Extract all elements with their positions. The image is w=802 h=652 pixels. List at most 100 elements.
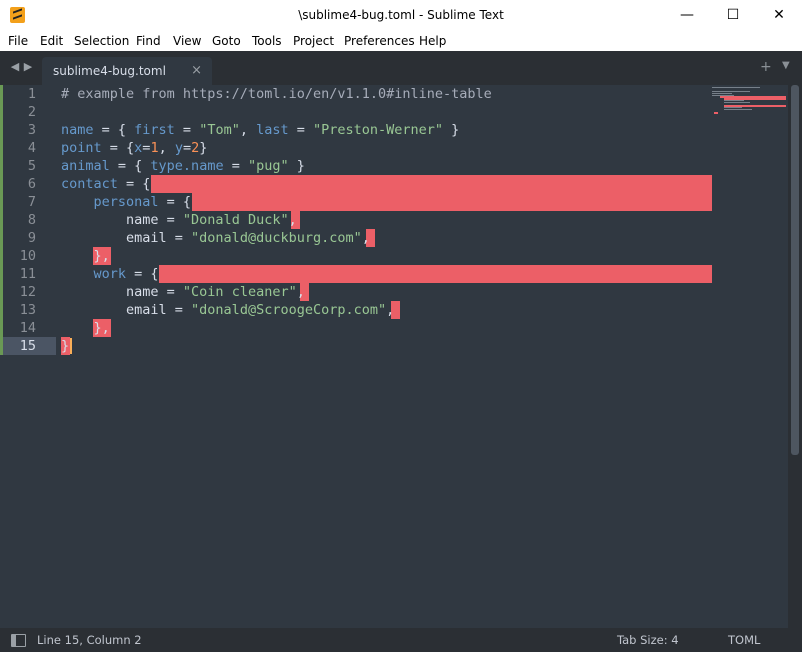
code-token: } bbox=[288, 158, 305, 174]
code-token: , bbox=[288, 212, 297, 228]
code-token: }, bbox=[61, 248, 110, 264]
editor-area[interactable]: 1 2 3 4 5 6 7 8 9 10 11 12 13 14 15 # example from htt… bbox=[0, 85, 802, 628]
menu-view[interactable]: View bbox=[173, 31, 201, 51]
scrollbar-thumb[interactable] bbox=[791, 85, 799, 455]
code-token: , bbox=[158, 140, 175, 156]
code-token: = { bbox=[158, 194, 192, 210]
status-bar: Line 15, Column 2 Tab Size: 4 TOML bbox=[0, 628, 802, 652]
code-token: , bbox=[361, 230, 370, 246]
code-token: animal bbox=[61, 158, 110, 174]
line-number: 11 bbox=[19, 266, 36, 282]
code-token: email = bbox=[61, 230, 192, 246]
code-line[interactable]: }, bbox=[61, 319, 110, 337]
code-token: = bbox=[174, 122, 200, 138]
code-token: } bbox=[199, 140, 208, 156]
line-number: 12 bbox=[19, 284, 36, 300]
line-number: 10 bbox=[19, 248, 36, 264]
menu-tools[interactable]: Tools bbox=[252, 31, 282, 51]
title-bar[interactable]: \sublime4-bug.toml - Sublime Text — ☐ ✕ bbox=[0, 0, 802, 31]
code-line[interactable]: # example from https://toml.io/en/v1.1.0… bbox=[61, 85, 492, 103]
line-number: 13 bbox=[19, 302, 36, 318]
code-token: work bbox=[93, 266, 127, 282]
text-caret bbox=[70, 338, 72, 354]
code-token: = bbox=[223, 158, 248, 174]
next-tab-arrow-icon[interactable]: ▶ bbox=[22, 59, 34, 75]
line-number: 15 bbox=[19, 338, 36, 354]
line-number: 14 bbox=[19, 320, 36, 336]
tab-list-dropdown-icon[interactable]: ▼ bbox=[782, 60, 790, 71]
code-line[interactable]: point = {x=1, y=2} bbox=[61, 139, 207, 157]
maximize-button[interactable]: ☐ bbox=[710, 0, 756, 31]
code-token: name = bbox=[61, 212, 183, 228]
line-number: 6 bbox=[27, 176, 36, 192]
menu-goto[interactable]: Goto bbox=[212, 31, 241, 51]
code-token: first bbox=[134, 122, 175, 138]
menu-help[interactable]: Help bbox=[419, 31, 446, 51]
code-token: "donald@duckburg.com" bbox=[191, 230, 362, 246]
line-number: 3 bbox=[27, 122, 36, 138]
menu-edit[interactable]: Edit bbox=[40, 31, 63, 51]
tab-close-icon[interactable]: × bbox=[191, 57, 202, 85]
menu-preferences[interactable]: Preferences bbox=[344, 31, 415, 51]
code-token: , bbox=[386, 302, 395, 318]
code-token: = bbox=[288, 122, 313, 138]
code-token: y bbox=[174, 140, 183, 156]
modified-lines-bar bbox=[0, 85, 3, 355]
minimize-button[interactable]: — bbox=[664, 0, 710, 31]
line-number: 7 bbox=[27, 194, 36, 210]
menu-project[interactable]: Project bbox=[293, 31, 334, 51]
tab-size-indicator[interactable]: Tab Size: 4 bbox=[617, 628, 679, 652]
code-token: = bbox=[182, 140, 192, 156]
previous-tab-arrow-icon[interactable]: ◀ bbox=[9, 59, 21, 75]
code-token: = { bbox=[109, 158, 151, 174]
code-line[interactable]: email = "donald@duckburg.com", bbox=[61, 229, 370, 247]
code-token: , bbox=[296, 284, 305, 300]
code-line[interactable]: work = { bbox=[61, 265, 159, 283]
code-token: personal bbox=[93, 194, 159, 210]
syntax-indicator[interactable]: TOML bbox=[728, 628, 760, 652]
close-window-button[interactable]: ✕ bbox=[756, 0, 802, 31]
code-line[interactable]: name = "Donald Duck", bbox=[61, 211, 297, 229]
error-highlight bbox=[151, 175, 712, 193]
minimap[interactable] bbox=[712, 85, 787, 125]
menu-find[interactable]: Find bbox=[136, 31, 161, 51]
vertical-scrollbar[interactable] bbox=[788, 85, 802, 628]
code-line[interactable]: contact = { bbox=[61, 175, 150, 193]
code-token: "Donald Duck" bbox=[182, 212, 289, 228]
menu-file[interactable]: File bbox=[8, 31, 28, 51]
line-number: 9 bbox=[27, 230, 36, 246]
error-highlight bbox=[192, 193, 712, 211]
line-number: 4 bbox=[27, 140, 36, 156]
new-tab-plus-icon[interactable]: + bbox=[760, 59, 772, 75]
code-token: = { bbox=[101, 140, 135, 156]
code-token: name = bbox=[61, 284, 183, 300]
menu-bar: File Edit Selection Find View Goto Tools… bbox=[0, 31, 802, 51]
code-line[interactable]: name = "Coin cleaner", bbox=[61, 283, 305, 301]
code-token: "Tom" bbox=[199, 122, 240, 138]
code-token: "Coin cleaner" bbox=[182, 284, 297, 300]
code-line[interactable]: }, bbox=[61, 247, 110, 265]
code-token: last bbox=[256, 122, 289, 138]
code-token: 1 bbox=[150, 140, 159, 156]
code-line[interactable]: animal = { type.name = "pug" } bbox=[61, 157, 305, 175]
line-number: 5 bbox=[27, 158, 36, 174]
line-number: 8 bbox=[27, 212, 36, 228]
code-token: } bbox=[61, 338, 70, 354]
code-token: contact bbox=[61, 176, 118, 192]
tab-label: sublime4-bug.toml bbox=[53, 64, 166, 78]
code-line[interactable]: email = "donald@ScroogeCorp.com", bbox=[61, 301, 394, 319]
code-token: = { bbox=[117, 176, 151, 192]
menu-selection[interactable]: Selection bbox=[74, 31, 129, 51]
toggle-side-panel-icon[interactable] bbox=[11, 634, 26, 647]
line-number: 1 bbox=[27, 86, 36, 102]
code-line[interactable]: } bbox=[61, 337, 69, 355]
code-line[interactable]: name = { first = "Tom", last = "Preston-… bbox=[61, 121, 459, 139]
line-number: 2 bbox=[27, 104, 36, 120]
tab-sublime4-bug-toml[interactable]: sublime4-bug.toml × bbox=[42, 57, 212, 85]
code-line[interactable]: personal = { bbox=[61, 193, 192, 211]
code-token: type.name bbox=[150, 158, 224, 174]
code-token: = { bbox=[126, 266, 159, 282]
code-token: point bbox=[61, 140, 102, 156]
